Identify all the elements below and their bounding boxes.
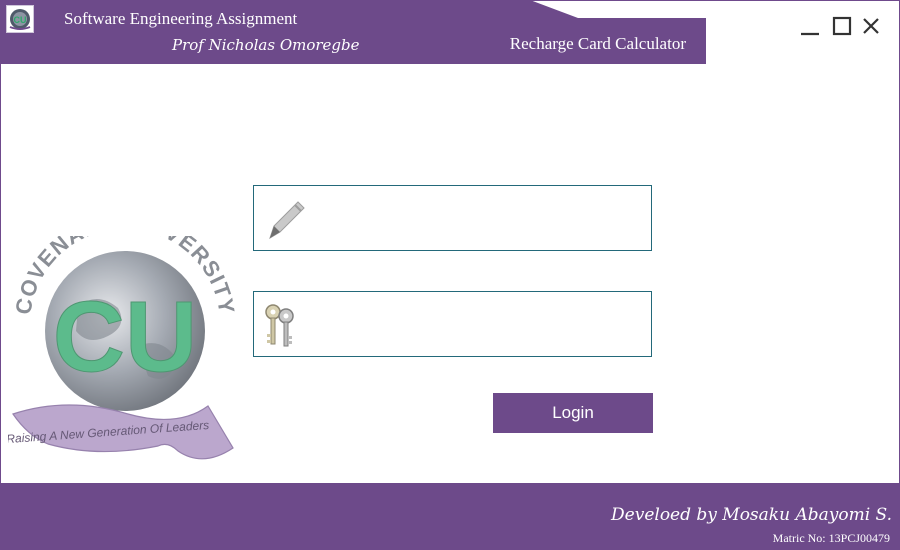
close-button[interactable] [857,12,885,40]
password-input[interactable] [312,302,646,348]
developer-credit: Develoed by Mosaku Abayomi S. [611,505,892,525]
header-subtitle: Prof Nicholas Omoregbe [172,36,360,54]
app-name: Recharge Card Calculator [509,34,686,53]
keys-icon [265,304,294,347]
matric-number: Matric No: 13PCJ00479 [772,531,890,545]
emblem-monogram: CU [53,281,197,393]
footer-bar: Develoed by Mosaku Abayomi S. Matric No:… [0,483,900,550]
header-banner: CU Software Engineering Assignment Prof … [0,0,706,64]
close-icon [863,18,879,34]
header-title: Software Engineering Assignment [64,9,298,28]
minimize-button[interactable] [796,12,824,40]
pencil-icon [269,201,305,240]
password-field[interactable] [253,291,652,357]
minimize-icon [801,32,819,36]
svg-text:CU: CU [14,15,27,25]
username-field[interactable] [253,185,652,251]
maximize-icon [832,16,852,36]
university-logo-icon: CU [6,5,34,33]
university-emblem: COVENANT UNIVERSITY CU Raising A New Gen… [8,236,238,460]
maximize-button[interactable] [828,12,856,40]
login-button[interactable]: Login [493,393,653,433]
username-input[interactable] [312,196,646,242]
